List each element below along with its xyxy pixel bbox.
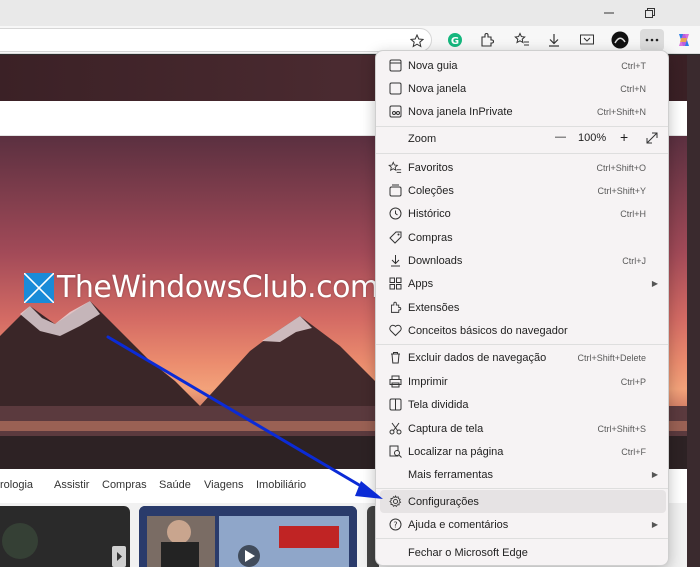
copilot-icon[interactable] (672, 29, 696, 51)
new-window-icon (388, 82, 402, 96)
menu-separator (376, 538, 668, 539)
inprivate-icon (388, 105, 402, 119)
favorites-icon[interactable] (510, 29, 534, 51)
menu-item-extensions[interactable]: Extensões (380, 296, 666, 319)
more-icon[interactable] (640, 29, 664, 51)
menu-separator (376, 153, 668, 154)
news-card[interactable] (0, 506, 130, 567)
menu-separator (376, 344, 668, 345)
printer-icon (388, 375, 402, 389)
menu-item-more-tools[interactable]: Mais ferramentas ▶ (380, 463, 666, 486)
nav-item-imobiliario[interactable]: Imobiliário (256, 479, 306, 491)
title-bar (0, 0, 700, 26)
collections-icon (388, 184, 402, 198)
nav-item-viagens[interactable]: Viagens (204, 479, 244, 491)
apps-grid-icon (388, 277, 402, 291)
chevron-right-icon: ▶ (651, 520, 658, 529)
menu-item-browser-essentials[interactable]: Conceitos básicos do navegador (380, 319, 666, 342)
news-card-video[interactable] (139, 506, 357, 567)
menu-item-settings[interactable]: Configurações (380, 490, 666, 513)
svg-text:?: ? (393, 521, 397, 530)
history-icon (388, 207, 402, 221)
menu-item-collections[interactable]: Coleções Ctrl+Shift+Y (380, 179, 666, 202)
chevron-right-icon: ▶ (651, 470, 658, 479)
menu-item-shopping[interactable]: Compras (380, 226, 666, 249)
page-scrollbar[interactable] (687, 55, 700, 567)
menu-item-find[interactable]: Localizar na página Ctrl+F (380, 440, 666, 463)
profile-icon[interactable] (608, 29, 632, 51)
menu-separator (376, 488, 668, 489)
menu-item-close-edge[interactable]: Fechar o Microsoft Edge (380, 541, 666, 564)
find-icon (388, 445, 402, 459)
favorites-icon (388, 160, 402, 175)
menu-item-apps[interactable]: Apps ▶ (380, 272, 666, 295)
extensions-icon[interactable] (475, 29, 499, 51)
address-bar[interactable] (0, 28, 432, 52)
grammarly-icon[interactable]: G (443, 29, 467, 51)
menu-item-favorites[interactable]: Favoritos Ctrl+Shift+O (380, 156, 666, 179)
shopping-tag-icon (388, 231, 402, 245)
nav-item-assistir[interactable]: Assistir (54, 479, 89, 491)
settings-menu: Nova guia Ctrl+T Nova janela Ctrl+N Nova… (375, 50, 669, 566)
extensions-icon (388, 301, 402, 315)
restore-button[interactable] (630, 0, 670, 26)
screenshot-icon[interactable] (575, 29, 599, 51)
heart-pulse-icon (388, 324, 402, 338)
new-tab-icon (388, 59, 402, 73)
windows-logo-icon (24, 272, 54, 303)
download-icon[interactable] (542, 29, 566, 51)
scissors-icon (388, 422, 402, 436)
menu-item-history[interactable]: Histórico Ctrl+H (380, 202, 666, 225)
menu-item-downloads[interactable]: Downloads Ctrl+J (380, 249, 666, 272)
chevron-right-icon: ▶ (651, 279, 658, 288)
zoom-in-button[interactable]: + (620, 129, 628, 145)
star-icon[interactable] (405, 30, 429, 52)
zoom-level: 100% (578, 132, 607, 144)
menu-item-print[interactable]: Imprimir Ctrl+P (380, 370, 666, 393)
help-icon: ? (388, 518, 402, 532)
menu-item-inprivate[interactable]: Nova janela InPrivate Ctrl+Shift+N (380, 100, 666, 123)
menu-item-new-tab[interactable]: Nova guia Ctrl+T (380, 54, 666, 77)
zoom-out-button[interactable]: — (555, 131, 566, 143)
site-logo: TheWindowsClub.com (24, 270, 379, 305)
minimize-button[interactable] (586, 0, 632, 26)
nav-item-meteorologia[interactable]: rologia (0, 479, 33, 491)
svg-text:G: G (451, 36, 459, 47)
menu-item-clear-data[interactable]: Excluir dados de navegação Ctrl+Shift+De… (380, 346, 666, 369)
gear-icon (388, 495, 402, 509)
menu-item-new-window[interactable]: Nova janela Ctrl+N (380, 77, 666, 100)
trash-icon (388, 351, 402, 365)
menu-item-screenshot[interactable]: Captura de tela Ctrl+Shift+S (380, 417, 666, 440)
nav-item-compras[interactable]: Compras (102, 479, 147, 491)
split-screen-icon (388, 398, 402, 412)
menu-item-help[interactable]: ? Ajuda e comentários ▶ (380, 513, 666, 536)
logo-text: TheWindowsClub.com (57, 270, 379, 305)
fullscreen-icon[interactable] (646, 132, 658, 147)
menu-item-zoom: Zoom — 100% + (380, 127, 666, 151)
download-icon (388, 254, 402, 268)
menu-item-split-screen[interactable]: Tela dividida (380, 393, 666, 416)
nav-item-saude[interactable]: Saúde (159, 479, 191, 491)
